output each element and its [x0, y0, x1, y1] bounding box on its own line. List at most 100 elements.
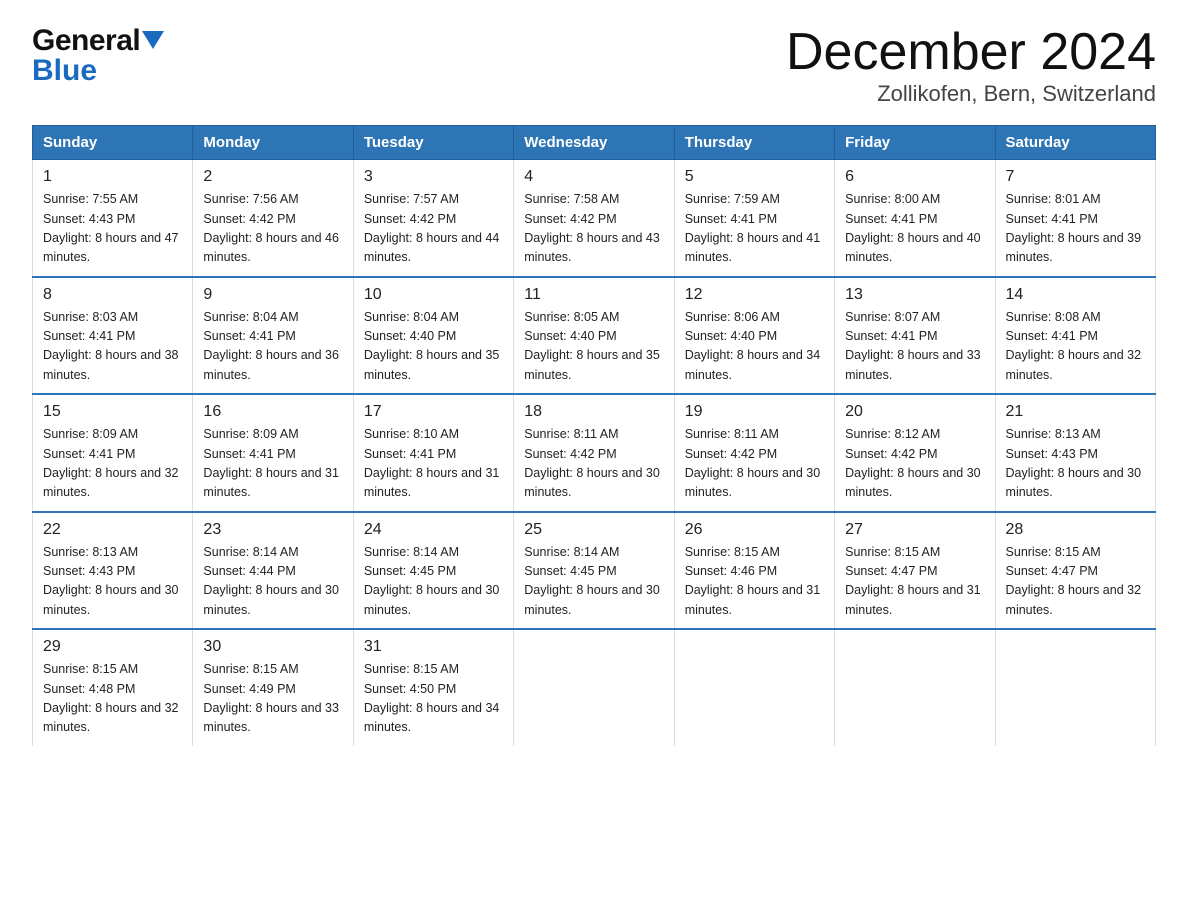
day-info: Sunrise: 8:15 AM Sunset: 4:46 PM Dayligh…	[685, 543, 824, 621]
daylight-label: Daylight: 8 hours and 30 minutes.	[43, 583, 179, 616]
calendar-cell: 26 Sunrise: 8:15 AM Sunset: 4:46 PM Dayl…	[674, 512, 834, 630]
calendar-cell: 19 Sunrise: 8:11 AM Sunset: 4:42 PM Dayl…	[674, 394, 834, 512]
sunset-label: Sunset: 4:42 PM	[524, 212, 616, 226]
day-number: 10	[364, 286, 503, 304]
calendar-cell: 14 Sunrise: 8:08 AM Sunset: 4:41 PM Dayl…	[995, 277, 1155, 395]
calendar-cell: 11 Sunrise: 8:05 AM Sunset: 4:40 PM Dayl…	[514, 277, 674, 395]
sunrise-label: Sunrise: 8:15 AM	[203, 662, 298, 676]
col-header-saturday: Saturday	[995, 126, 1155, 160]
calendar-week-row: 29 Sunrise: 8:15 AM Sunset: 4:48 PM Dayl…	[33, 629, 1156, 746]
day-number: 14	[1006, 286, 1145, 304]
day-number: 31	[364, 638, 503, 656]
sunrise-label: Sunrise: 8:01 AM	[1006, 192, 1101, 206]
daylight-label: Daylight: 8 hours and 47 minutes.	[43, 231, 179, 264]
day-info: Sunrise: 7:55 AM Sunset: 4:43 PM Dayligh…	[43, 190, 182, 268]
day-number: 7	[1006, 168, 1145, 186]
sunset-label: Sunset: 4:40 PM	[364, 329, 456, 343]
daylight-label: Daylight: 8 hours and 31 minutes.	[364, 466, 500, 499]
col-header-friday: Friday	[835, 126, 995, 160]
day-info: Sunrise: 8:15 AM Sunset: 4:48 PM Dayligh…	[43, 660, 182, 738]
sunset-label: Sunset: 4:50 PM	[364, 682, 456, 696]
day-info: Sunrise: 8:09 AM Sunset: 4:41 PM Dayligh…	[43, 425, 182, 503]
daylight-label: Daylight: 8 hours and 43 minutes.	[524, 231, 660, 264]
day-info: Sunrise: 8:04 AM Sunset: 4:41 PM Dayligh…	[203, 308, 342, 386]
sunset-label: Sunset: 4:41 PM	[364, 447, 456, 461]
day-number: 27	[845, 521, 984, 539]
day-number: 15	[43, 403, 182, 421]
sunrise-label: Sunrise: 8:14 AM	[203, 545, 298, 559]
sunset-label: Sunset: 4:42 PM	[364, 212, 456, 226]
day-number: 18	[524, 403, 663, 421]
day-number: 8	[43, 286, 182, 304]
daylight-label: Daylight: 8 hours and 30 minutes.	[203, 583, 339, 616]
day-number: 22	[43, 521, 182, 539]
sunset-label: Sunset: 4:40 PM	[524, 329, 616, 343]
sunrise-label: Sunrise: 8:11 AM	[685, 427, 779, 441]
day-info: Sunrise: 8:15 AM Sunset: 4:47 PM Dayligh…	[845, 543, 984, 621]
sunset-label: Sunset: 4:45 PM	[364, 564, 456, 578]
sunset-label: Sunset: 4:41 PM	[1006, 329, 1098, 343]
daylight-label: Daylight: 8 hours and 33 minutes.	[845, 348, 981, 381]
calendar-header-row: SundayMondayTuesdayWednesdayThursdayFrid…	[33, 126, 1156, 160]
daylight-label: Daylight: 8 hours and 44 minutes.	[364, 231, 500, 264]
calendar-week-row: 22 Sunrise: 8:13 AM Sunset: 4:43 PM Dayl…	[33, 512, 1156, 630]
day-info: Sunrise: 8:12 AM Sunset: 4:42 PM Dayligh…	[845, 425, 984, 503]
sunrise-label: Sunrise: 8:15 AM	[43, 662, 138, 676]
day-number: 3	[364, 168, 503, 186]
sunset-label: Sunset: 4:44 PM	[203, 564, 295, 578]
sunrise-label: Sunrise: 8:15 AM	[685, 545, 780, 559]
sunset-label: Sunset: 4:41 PM	[685, 212, 777, 226]
daylight-label: Daylight: 8 hours and 32 minutes.	[1006, 583, 1142, 616]
sunrise-label: Sunrise: 8:04 AM	[364, 310, 459, 324]
calendar-cell	[514, 629, 674, 746]
day-info: Sunrise: 8:08 AM Sunset: 4:41 PM Dayligh…	[1006, 308, 1145, 386]
daylight-label: Daylight: 8 hours and 40 minutes.	[845, 231, 981, 264]
day-info: Sunrise: 8:15 AM Sunset: 4:49 PM Dayligh…	[203, 660, 342, 738]
logo: General Blue	[32, 24, 164, 88]
daylight-label: Daylight: 8 hours and 31 minutes.	[685, 583, 821, 616]
daylight-label: Daylight: 8 hours and 39 minutes.	[1006, 231, 1142, 264]
day-number: 17	[364, 403, 503, 421]
sunrise-label: Sunrise: 8:04 AM	[203, 310, 298, 324]
calendar-cell: 9 Sunrise: 8:04 AM Sunset: 4:41 PM Dayli…	[193, 277, 353, 395]
col-header-thursday: Thursday	[674, 126, 834, 160]
sunrise-label: Sunrise: 7:57 AM	[364, 192, 459, 206]
sunrise-label: Sunrise: 8:12 AM	[845, 427, 940, 441]
calendar-cell: 29 Sunrise: 8:15 AM Sunset: 4:48 PM Dayl…	[33, 629, 193, 746]
daylight-label: Daylight: 8 hours and 35 minutes.	[524, 348, 660, 381]
calendar-cell	[674, 629, 834, 746]
daylight-label: Daylight: 8 hours and 36 minutes.	[203, 348, 339, 381]
sunset-label: Sunset: 4:41 PM	[203, 447, 295, 461]
calendar-cell: 30 Sunrise: 8:15 AM Sunset: 4:49 PM Dayl…	[193, 629, 353, 746]
day-number: 12	[685, 286, 824, 304]
day-number: 20	[845, 403, 984, 421]
sunset-label: Sunset: 4:48 PM	[43, 682, 135, 696]
calendar-cell: 18 Sunrise: 8:11 AM Sunset: 4:42 PM Dayl…	[514, 394, 674, 512]
calendar-cell	[995, 629, 1155, 746]
day-number: 29	[43, 638, 182, 656]
day-info: Sunrise: 8:14 AM Sunset: 4:45 PM Dayligh…	[364, 543, 503, 621]
day-info: Sunrise: 8:14 AM Sunset: 4:44 PM Dayligh…	[203, 543, 342, 621]
calendar-cell: 16 Sunrise: 8:09 AM Sunset: 4:41 PM Dayl…	[193, 394, 353, 512]
day-info: Sunrise: 8:11 AM Sunset: 4:42 PM Dayligh…	[685, 425, 824, 503]
day-number: 21	[1006, 403, 1145, 421]
sunrise-label: Sunrise: 8:03 AM	[43, 310, 138, 324]
day-number: 11	[524, 286, 663, 304]
daylight-label: Daylight: 8 hours and 32 minutes.	[1006, 348, 1142, 381]
day-number: 26	[685, 521, 824, 539]
day-info: Sunrise: 8:06 AM Sunset: 4:40 PM Dayligh…	[685, 308, 824, 386]
daylight-label: Daylight: 8 hours and 32 minutes.	[43, 466, 179, 499]
calendar-cell: 31 Sunrise: 8:15 AM Sunset: 4:50 PM Dayl…	[353, 629, 513, 746]
sunset-label: Sunset: 4:41 PM	[1006, 212, 1098, 226]
calendar-cell: 10 Sunrise: 8:04 AM Sunset: 4:40 PM Dayl…	[353, 277, 513, 395]
calendar-week-row: 8 Sunrise: 8:03 AM Sunset: 4:41 PM Dayli…	[33, 277, 1156, 395]
daylight-label: Daylight: 8 hours and 31 minutes.	[845, 583, 981, 616]
calendar-cell: 2 Sunrise: 7:56 AM Sunset: 4:42 PM Dayli…	[193, 160, 353, 277]
day-info: Sunrise: 8:03 AM Sunset: 4:41 PM Dayligh…	[43, 308, 182, 386]
calendar-cell: 24 Sunrise: 8:14 AM Sunset: 4:45 PM Dayl…	[353, 512, 513, 630]
day-info: Sunrise: 8:10 AM Sunset: 4:41 PM Dayligh…	[364, 425, 503, 503]
day-number: 19	[685, 403, 824, 421]
col-header-monday: Monday	[193, 126, 353, 160]
sunrise-label: Sunrise: 8:09 AM	[43, 427, 138, 441]
page-header: General Blue December 2024 Zollikofen, B…	[32, 24, 1156, 107]
